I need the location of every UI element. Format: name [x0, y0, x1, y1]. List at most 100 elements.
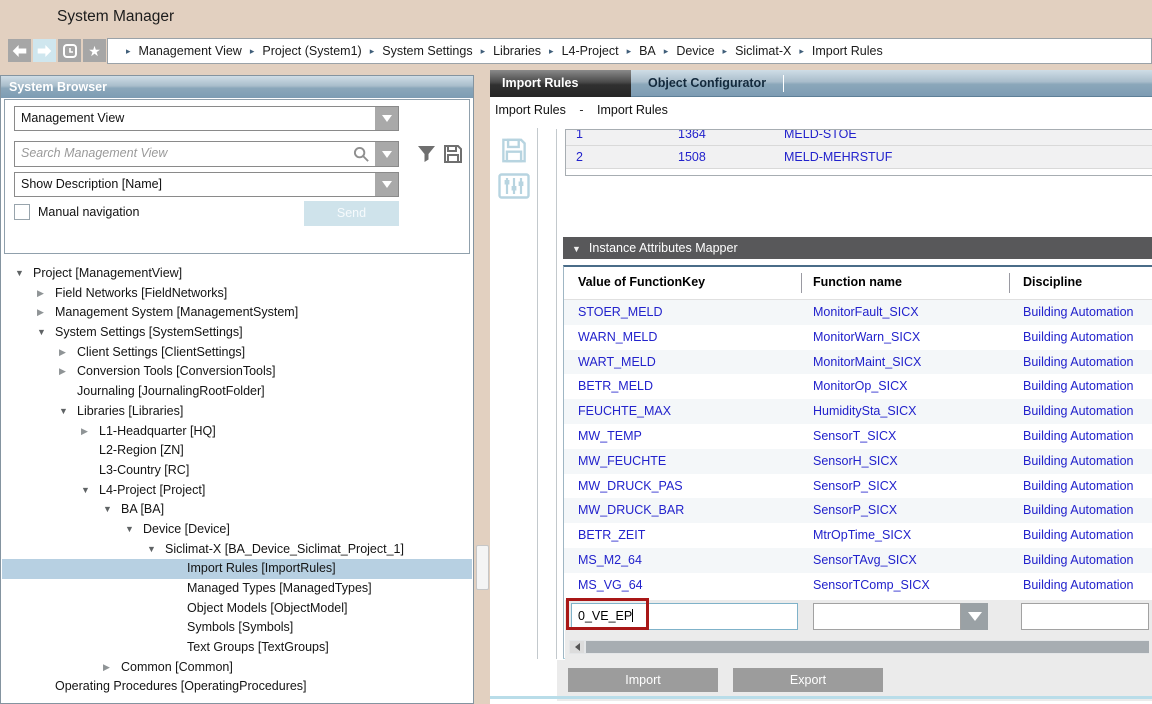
panel-splitter-handle[interactable]	[476, 545, 489, 590]
expanded-triangle-icon[interactable]: ▼	[37, 323, 55, 343]
breadcrumb-item[interactable]: Management View	[139, 44, 242, 58]
mapper-row[interactable]: MW_DRUCK_PASSensorP_SICXBuilding Automat…	[564, 474, 1152, 499]
settings-sliders-icon[interactable]	[498, 173, 530, 199]
mapper-row[interactable]: MW_FEUCHTESensorH_SICXBuilding Automatio…	[564, 449, 1152, 474]
collapsed-triangle-icon[interactable]: ▶	[59, 362, 77, 382]
breadcrumb-item[interactable]: Import Rules	[812, 44, 883, 58]
export-button[interactable]: Export	[733, 668, 883, 692]
expanded-triangle-icon[interactable]: ▼	[59, 402, 77, 422]
recent-views-button[interactable]	[58, 39, 81, 62]
import-button[interactable]: Import	[568, 668, 718, 692]
save-icon[interactable]	[501, 137, 527, 164]
tree-item[interactable]: ▼Libraries [Libraries]	[2, 402, 472, 422]
favorites-button[interactable]: ★	[83, 39, 106, 62]
scrollbar-thumb[interactable]	[586, 641, 1149, 653]
tree-item[interactable]: L2-Region [ZN]	[2, 441, 472, 461]
instance-attributes-mapper-header[interactable]: ▼Instance Attributes Mapper	[563, 237, 1152, 259]
tree-item[interactable]: ▶L1-Headquarter [HQ]	[2, 422, 472, 442]
mapper-cell: Building Automation	[1023, 424, 1134, 449]
collapsed-triangle-icon[interactable]: ▶	[103, 658, 121, 678]
tree-item[interactable]: Object Models [ObjectModel]	[2, 599, 472, 619]
breadcrumb-item[interactable]: L4-Project	[562, 44, 619, 58]
breadcrumb-item[interactable]: System Settings	[382, 44, 472, 58]
function-key-input[interactable]: 0_VE_EP	[571, 603, 798, 630]
description-selector-dropdown-button[interactable]	[375, 173, 398, 196]
tree-item-label: Conversion Tools [ConversionTools]	[77, 362, 275, 382]
mapper-cell: SensorH_SICX	[813, 449, 898, 474]
tree-item[interactable]: ▼L4-Project [Project]	[2, 481, 472, 501]
collapsed-triangle-icon[interactable]: ▶	[59, 343, 77, 363]
mapper-row[interactable]: WART_MELDMonitorMaint_SICXBuilding Autom…	[564, 350, 1152, 375]
tree-item[interactable]: ▼Project [ManagementView]	[2, 264, 472, 284]
breadcrumb-item[interactable]: Libraries	[493, 44, 541, 58]
mapper-row[interactable]: BETR_MELDMonitorOp_SICXBuilding Automati…	[564, 374, 1152, 399]
search-dropdown-button[interactable]	[375, 142, 398, 166]
collapsed-triangle-icon[interactable]: ▶	[81, 422, 99, 442]
window-bottom-edge	[490, 696, 1152, 699]
mapper-row[interactable]: MS_M2_64SensorTAvg_SICXBuilding Automati…	[564, 548, 1152, 573]
content-path-primary: Import Rules	[495, 103, 566, 117]
search-input[interactable]: Search Management View	[14, 141, 399, 167]
mapper-horizontal-scrollbar[interactable]	[569, 640, 1149, 654]
tree-item[interactable]: Managed Types [ManagedTypes]	[2, 579, 472, 599]
filter-icon[interactable]	[417, 145, 436, 163]
breadcrumb-item[interactable]: Siclimat-X	[735, 44, 791, 58]
tree-item[interactable]: Journaling [JournalingRootFolder]	[2, 382, 472, 402]
send-button[interactable]: Send	[304, 201, 399, 226]
mapper-row[interactable]: MS_VG_64SensorTComp_SICXBuilding Automat…	[564, 573, 1152, 598]
tab-import-rules[interactable]: Import Rules	[490, 70, 631, 97]
function-name-input[interactable]	[813, 603, 961, 630]
mapper-cell: Building Automation	[1023, 449, 1134, 474]
import-rule-row[interactable]: 21508MELD-MEHRSTUF	[566, 146, 1152, 169]
tree-item[interactable]: ▼BA [BA]	[2, 500, 472, 520]
expanded-triangle-icon[interactable]: ▼	[103, 500, 121, 520]
function-name-dropdown-button[interactable]	[961, 603, 988, 630]
save-search-icon[interactable]	[443, 144, 463, 164]
tree-item[interactable]: ▶Client Settings [ClientSettings]	[2, 343, 472, 363]
discipline-input[interactable]	[1021, 603, 1149, 630]
import-rule-row[interactable]: 11364MELD-STOE	[566, 129, 1152, 146]
tree-item[interactable]: Symbols [Symbols]	[2, 618, 472, 638]
description-selector[interactable]: Show Description [Name]	[14, 172, 399, 197]
forward-button[interactable]	[33, 39, 56, 62]
expanded-triangle-icon[interactable]: ▼	[81, 481, 99, 501]
mapper-row[interactable]: STOER_MELDMonitorFault_SICXBuilding Auto…	[564, 300, 1152, 325]
tab-object-configurator[interactable]: Object Configurator	[648, 70, 766, 97]
tree-item[interactable]: ▶Common [Common]	[2, 658, 472, 678]
tree-item[interactable]: Text Groups [TextGroups]	[2, 638, 472, 658]
mapper-cell: WART_MELD	[578, 350, 656, 375]
tree-item[interactable]: Operating Procedures [OperatingProcedure…	[2, 677, 472, 697]
mapper-row[interactable]: BETR_ZEITMtrOpTime_SICXBuilding Automati…	[564, 523, 1152, 548]
tree-item[interactable]: ▼System Settings [SystemSettings]	[2, 323, 472, 343]
mapper-row[interactable]: FEUCHTE_MAXHumiditySta_SICXBuilding Auto…	[564, 399, 1152, 424]
manual-navigation-checkbox[interactable]	[14, 204, 30, 220]
breadcrumb-items: ▸Management View▸Project (System1)▸Syste…	[118, 44, 883, 58]
tree-item-label: Operating Procedures [OperatingProcedure…	[55, 677, 307, 697]
view-selector-dropdown-button[interactable]	[375, 107, 398, 130]
scroll-left-button[interactable]	[570, 641, 584, 653]
collapsed-triangle-icon[interactable]: ▶	[37, 303, 55, 323]
expanded-triangle-icon[interactable]: ▼	[15, 264, 33, 284]
import-rules-grid-rows: 11364MELD-STOE21508MELD-MEHRSTUF	[566, 129, 1152, 169]
mapper-row[interactable]: WARN_MELDMonitorWarn_SICXBuilding Automa…	[564, 325, 1152, 350]
tree-item[interactable]: ▼Device [Device]	[2, 520, 472, 540]
mapper-row[interactable]: MW_TEMPSensorT_SICXBuilding Automation	[564, 424, 1152, 449]
tree-item[interactable]: ▶Field Networks [FieldNetworks]	[2, 284, 472, 304]
mapper-row[interactable]: MW_DRUCK_BARSensorP_SICXBuilding Automat…	[564, 498, 1152, 523]
mapper-cell: SensorTAvg_SICX	[813, 548, 917, 573]
expanded-triangle-icon[interactable]: ▼	[147, 540, 165, 560]
breadcrumb-item[interactable]: Project (System1)	[262, 44, 361, 58]
back-button[interactable]	[8, 39, 31, 62]
expanded-triangle-icon[interactable]: ▼	[125, 520, 143, 540]
breadcrumb-item[interactable]: BA	[639, 44, 656, 58]
tree-item-label: Management System [ManagementSystem]	[55, 303, 298, 323]
tree-item[interactable]: Import Rules [ImportRules]	[2, 559, 472, 579]
collapsed-triangle-icon[interactable]: ▶	[37, 284, 55, 304]
tree-item[interactable]: ▼Siclimat-X [BA_Device_Siclimat_Project_…	[2, 540, 472, 560]
view-selector[interactable]: Management View	[14, 106, 399, 131]
tree-item[interactable]: L3-Country [RC]	[2, 461, 472, 481]
tree-item[interactable]: ▶Management System [ManagementSystem]	[2, 303, 472, 323]
breadcrumb-item[interactable]: Device	[676, 44, 714, 58]
tree-item[interactable]: ▶Conversion Tools [ConversionTools]	[2, 362, 472, 382]
breadcrumb-separator-icon: ▸	[723, 46, 728, 57]
